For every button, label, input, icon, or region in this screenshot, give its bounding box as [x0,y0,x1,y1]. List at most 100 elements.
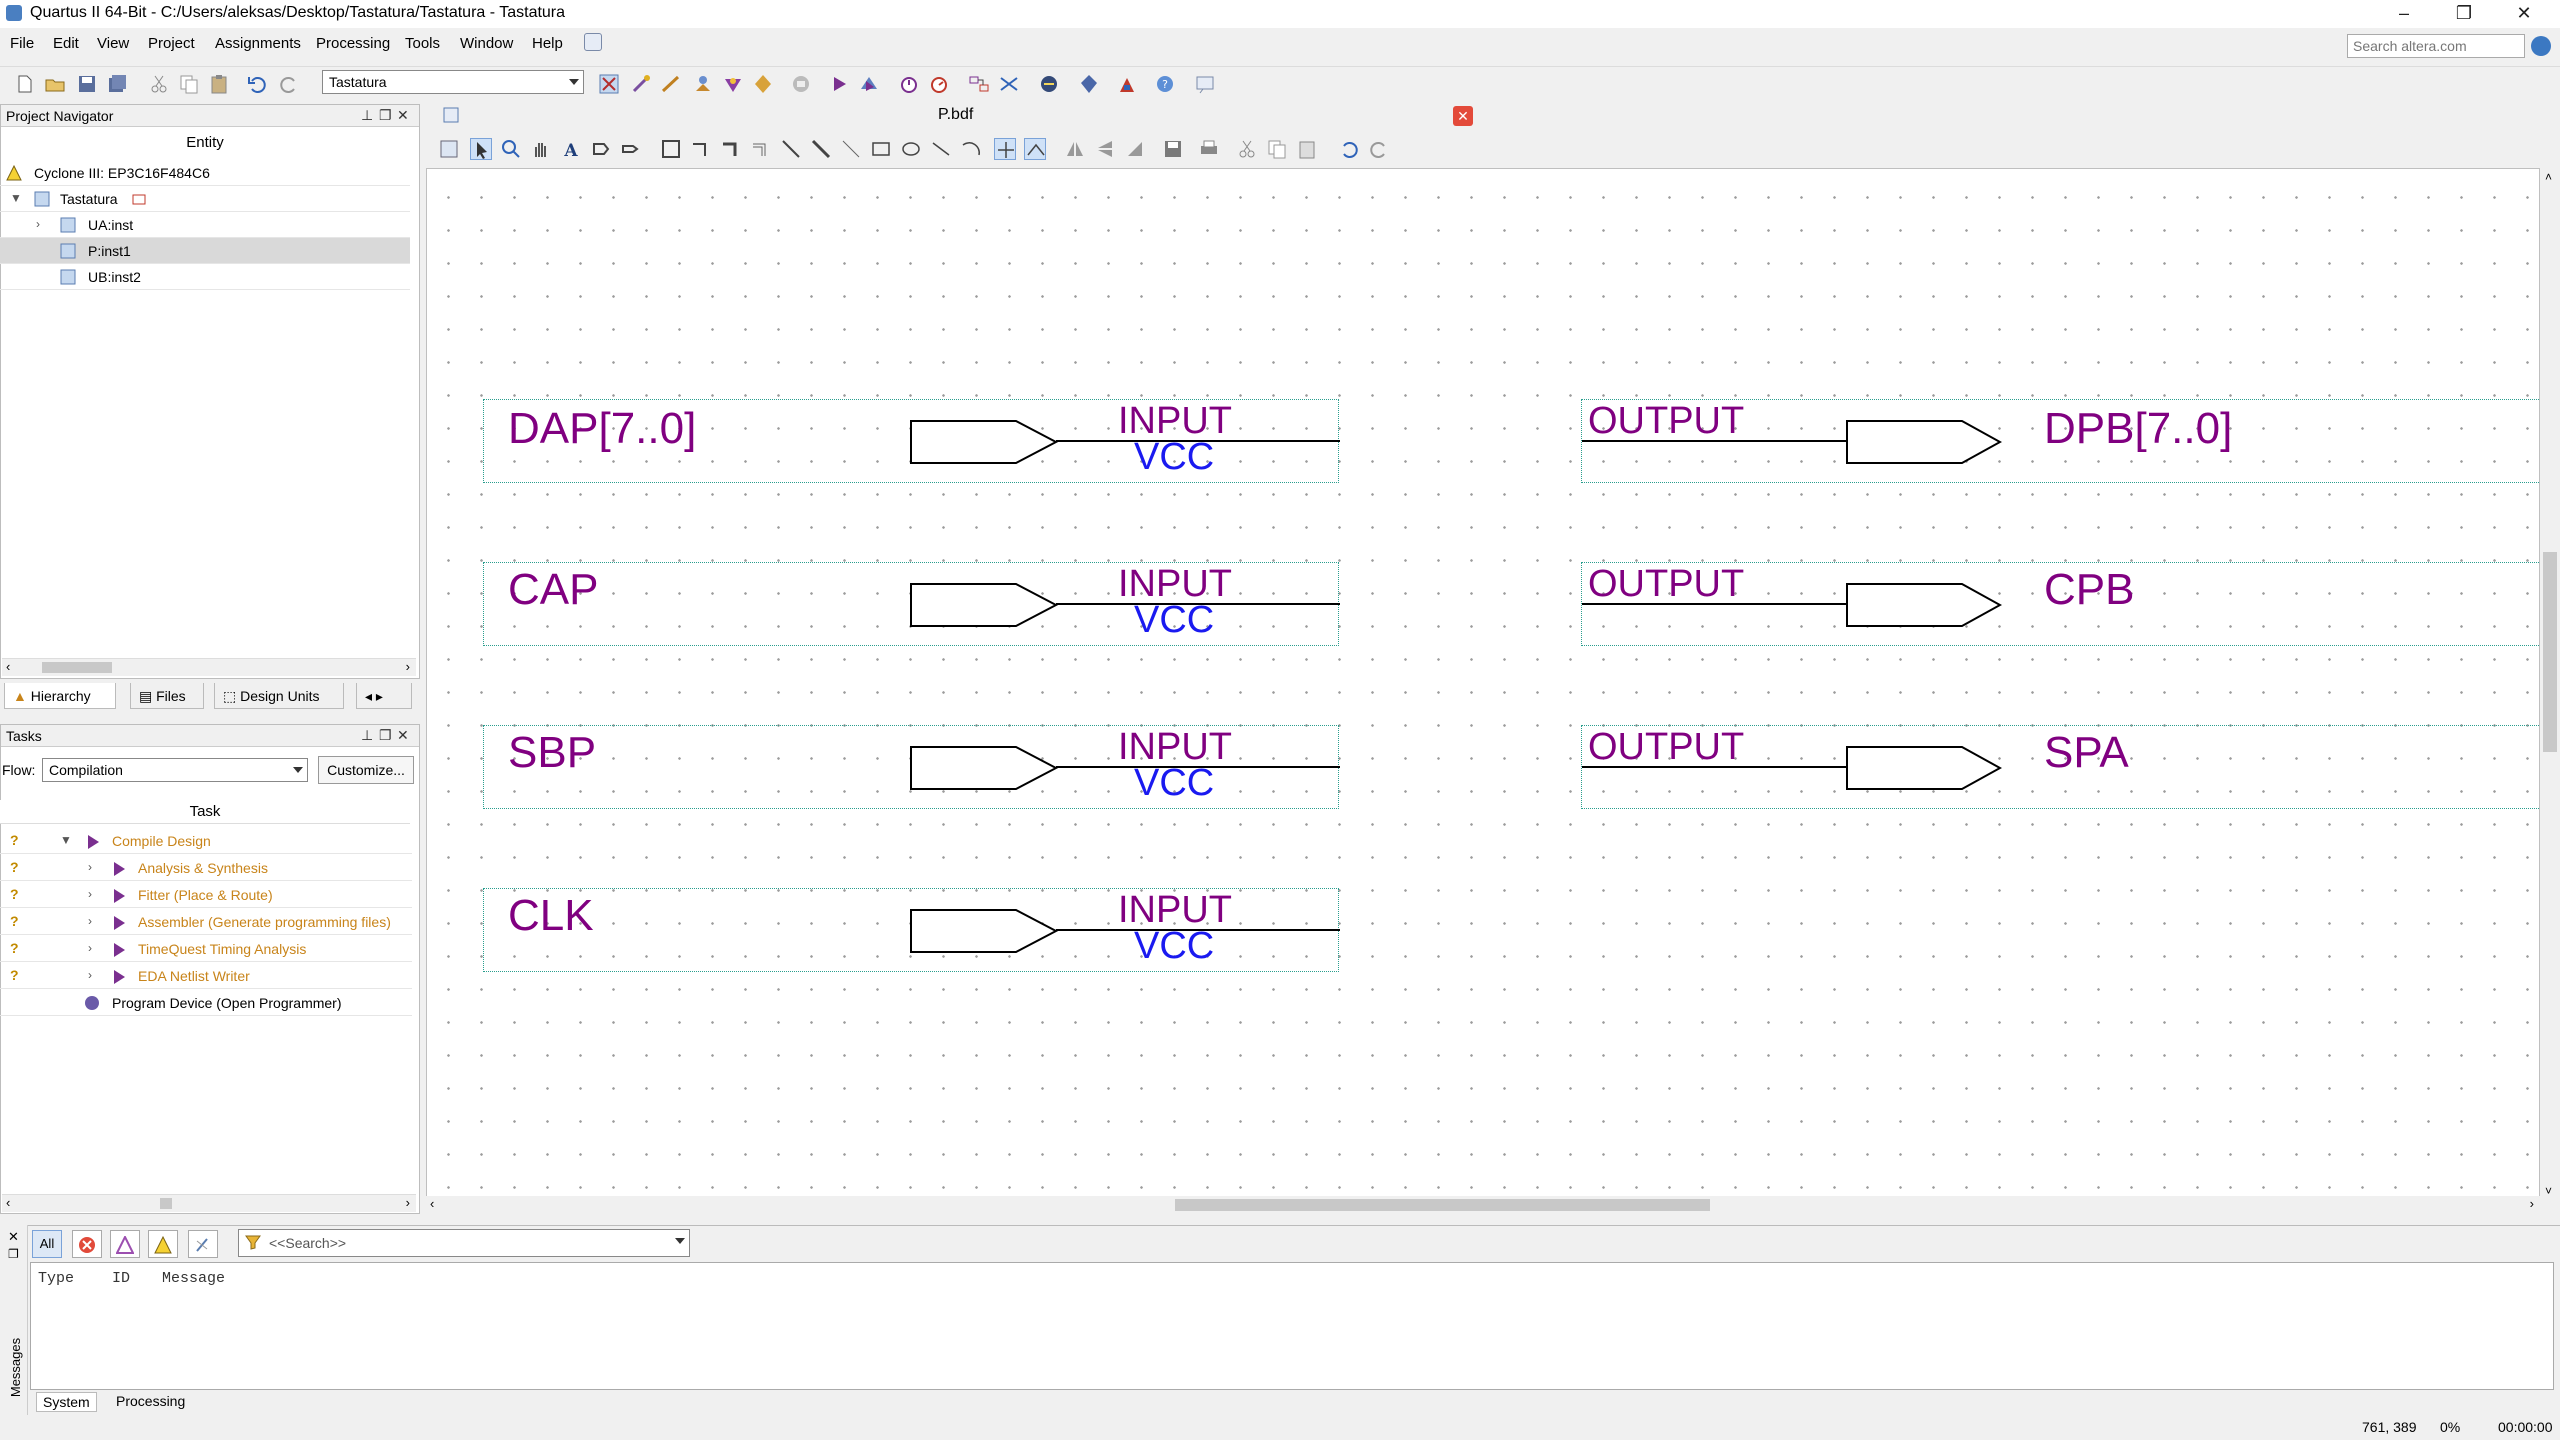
hand-tool-icon[interactable] [530,138,552,160]
restore-button[interactable]: ❐ [2436,0,2492,28]
task-row[interactable]: ? › Assembler (Generate programming file… [0,909,412,935]
close-document-icon[interactable]: ✕ [1453,106,1473,126]
float-icon[interactable]: ❐ [379,727,392,744]
message-column-type[interactable]: Type [38,1270,74,1287]
undo-icon[interactable] [246,73,268,95]
message-list[interactable] [30,1262,2554,1390]
scroll-left-icon[interactable]: ‹ [6,659,10,674]
customize-button[interactable]: Customize... [318,756,414,784]
analysis-synthesis-icon[interactable] [858,73,880,95]
tree-row-ubinst2[interactable]: UB:inst2 [0,264,410,290]
output-pin[interactable]: OUTPUT SPA [1581,725,2541,809]
play-icon[interactable] [114,889,125,903]
chevron-right-icon[interactable]: › [36,217,40,231]
undo-icon[interactable] [1338,138,1360,160]
scroll-right-icon[interactable]: › [2530,1196,2534,1211]
task-label[interactable]: TimeQuest Timing Analysis [138,941,306,957]
message-search-input[interactable]: <<Search>> [238,1229,690,1257]
orthogonal-conduit-tool-icon[interactable] [750,138,772,160]
diagonal-conduit-tool-icon[interactable] [840,138,862,160]
play-icon[interactable] [114,970,125,984]
zoom-tool-icon[interactable] [500,138,522,160]
rtl-viewer-icon[interactable] [968,73,990,95]
tree-row-root[interactable]: ▼ Tastatura [0,186,410,212]
scroll-up-icon[interactable]: ˄ [2545,170,2552,184]
input-pin[interactable]: CLK INPUT VCC [483,888,1340,972]
document-tab-label[interactable]: P.bdf [938,106,973,124]
arc-tool-icon[interactable] [960,138,982,160]
message-column-message[interactable]: Message [162,1270,225,1287]
canvas-vscroll-thumb[interactable] [2543,552,2557,752]
chevron-right-icon[interactable]: › [88,968,92,982]
task-row[interactable]: Program Device (Open Programmer) [0,990,412,1016]
menu-tools[interactable]: Tools [405,35,440,52]
pin-icon[interactable]: ⊥ [361,727,373,744]
text-tool-icon[interactable]: A [560,138,582,161]
tab-system[interactable]: System [36,1392,97,1412]
message-column-id[interactable]: ID [112,1270,130,1287]
navigator-hscrollbar[interactable]: ‹ › [2,658,416,676]
chevron-down-icon[interactable]: ▼ [60,833,72,847]
scroll-right-icon[interactable]: › [406,1195,410,1210]
scroll-down-icon[interactable]: ˅ [2545,1184,2552,1198]
output-pin[interactable]: OUTPUT DPB[7..0] [1581,399,2541,483]
copy-icon[interactable] [178,73,200,95]
tree-row-uainst[interactable]: › UA:inst [0,212,410,238]
project-select[interactable]: Tastatura [322,70,584,94]
flow-select[interactable]: Compilation [42,758,308,782]
output-pin[interactable]: OUTPUT CPB [1581,562,2541,646]
task-label[interactable]: Fitter (Place & Route) [138,887,273,903]
tasks-hscrollbar[interactable]: ‹ › [2,1194,416,1212]
tab-design-units[interactable]: ⬚ Design Units [214,683,344,709]
input-pin[interactable]: DAP[7..0] INPUT VCC [483,399,1340,483]
technology-map-viewer-icon[interactable] [998,73,1020,95]
chevron-right-icon[interactable]: › [88,914,92,928]
menu-project[interactable]: Project [148,35,195,52]
filter-error-icon[interactable] [72,1230,102,1258]
line-tool-icon[interactable] [930,138,952,160]
design-partition-icon[interactable] [1078,73,1100,95]
help-icon[interactable]: ? [1154,73,1176,95]
filter-warning-icon[interactable] [148,1230,178,1258]
float-icon[interactable]: ❐ [379,107,392,124]
orthogonal-node-tool-icon[interactable] [690,138,712,160]
scroll-thumb[interactable] [160,1198,172,1209]
task-row[interactable]: ? › EDA Netlist Writer [0,963,412,989]
minimize-button[interactable]: – [2376,0,2432,28]
task-row[interactable]: ? › Analysis & Synthesis [0,855,412,881]
copy-icon[interactable] [1266,138,1288,160]
programmer-icon[interactable] [84,995,100,1011]
pin-tool-icon[interactable] [620,138,642,160]
filter-critical-warning-icon[interactable] [110,1230,140,1258]
chevron-right-icon[interactable]: › [88,941,92,955]
diagonal-bus-tool-icon[interactable] [810,138,832,160]
float-icon[interactable]: ❐ [8,1247,19,1261]
chevron-right-icon[interactable]: › [88,887,92,901]
flip-vertical-icon[interactable] [1094,138,1116,160]
menu-file[interactable]: File [10,35,34,52]
scroll-thumb[interactable] [42,662,112,673]
scroll-right-icon[interactable]: ▸ [376,688,383,704]
canvas-hscroll-thumb[interactable] [1175,1199,1710,1211]
menu-view[interactable]: View [97,35,129,52]
close-window-button[interactable]: ✕ [2496,0,2552,28]
analysis-icon[interactable] [752,73,774,95]
selection-tool-icon[interactable] [470,138,492,160]
tab-processing[interactable]: Processing [110,1392,191,1412]
tab-scroll-arrows[interactable]: ◂ ▸ [356,683,412,709]
help-whats-this-icon[interactable] [584,33,602,51]
scroll-left-icon[interactable]: ‹ [6,1195,10,1210]
chip-editor-icon[interactable] [1038,73,1060,95]
redo-icon[interactable] [1368,138,1390,160]
menu-edit[interactable]: Edit [53,35,79,52]
tab-files[interactable]: ▤ Files [130,683,204,709]
oval-tool-icon[interactable] [900,138,922,160]
flip-horizontal-icon[interactable] [1064,138,1086,160]
stop-icon[interactable] [790,73,812,95]
programmer-icon[interactable] [1116,73,1138,95]
detach-window-icon[interactable] [438,138,460,160]
compile-design-icon[interactable] [722,73,744,95]
new-file-icon[interactable] [14,73,36,95]
paste-icon[interactable] [1296,138,1318,160]
chevron-down-icon[interactable]: ▼ [10,191,22,205]
